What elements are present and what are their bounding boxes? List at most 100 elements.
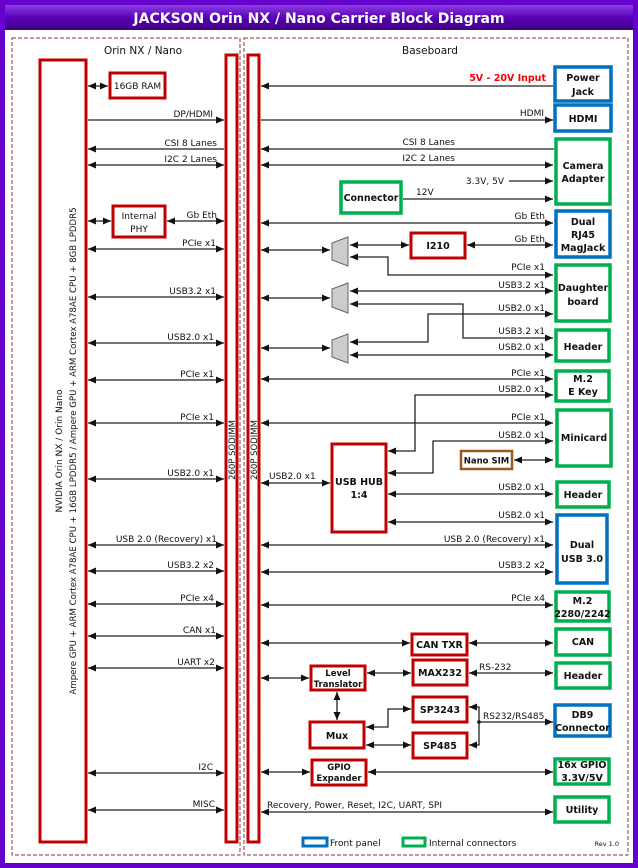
baseboard-heading: Baseboard (402, 45, 458, 57)
signal-label: CSI 8 Lanes (164, 139, 217, 149)
daughter-label: board (567, 297, 598, 308)
signal-label: I2C 2 Lanes (164, 155, 217, 165)
signal-label: RS-232 (479, 663, 511, 673)
i210-label: I210 (426, 241, 450, 252)
signal-label: USB2.0 x1 (269, 472, 316, 482)
signal-label: MISC (193, 800, 215, 810)
signal-label: USB 2.0 (Recovery) x1 (116, 535, 217, 545)
legend-swatch-front (301, 836, 329, 848)
dual-usb-label: USB 3.0 (561, 554, 603, 565)
rj45-label: Dual (571, 217, 595, 228)
legend-label: Internal connectors (429, 839, 517, 849)
m2e-label: E Key (568, 387, 598, 398)
signal-label: USB2.0 x1 (498, 385, 545, 395)
signal-label: I2C 2 Lanes (402, 154, 455, 164)
signal-label: USB2.0 x1 (498, 431, 545, 441)
mux-label: Mux (326, 731, 348, 742)
cpu-spec: Ampere GPU + ARM Cortex A78AE CPU + 16GB… (69, 207, 79, 694)
can-txr-label: CAN TXR (416, 640, 463, 651)
level-translator-label: Translator (314, 680, 363, 690)
connector-label: Connector (344, 193, 399, 204)
signal-label: USB2.0 x1 (498, 483, 545, 493)
legend-swatch-internal (401, 836, 427, 848)
nano-sim-label: Nano SIM (464, 457, 509, 467)
header-label: Header (564, 671, 603, 682)
utility-label: Utility (566, 805, 600, 816)
signal-label: 3.3V, 5V (466, 177, 505, 187)
revision-label: Rev 1.0 (595, 840, 619, 848)
daughter-label: Daughter (558, 283, 609, 294)
sp3243-label: SP3243 (420, 705, 460, 716)
signal-label: Gb Eth (187, 211, 217, 221)
legend-label: Front panel (330, 839, 381, 849)
cpu-name: NVIDIA Orin NX / Orin Nano (55, 389, 65, 512)
m2e-label: M.2 (573, 374, 593, 385)
phy-label-1: Internal (122, 212, 157, 222)
signal-label: Gb Eth (515, 212, 545, 222)
diagram-title: JACKSON Orin NX / Nano Carrier Block Dia… (132, 11, 504, 27)
signal-label: USB2.0 x1 (167, 333, 214, 343)
gpio-label: 16x GPIO (557, 760, 606, 771)
module-heading: Orin NX / Nano (104, 45, 182, 57)
gpio-expander-label: Expander (316, 774, 362, 784)
signal-label: PCIe x1 (511, 263, 545, 273)
signal-label: USB3.2 x2 (498, 561, 545, 571)
signal-label: CSI 8 Lanes (402, 138, 455, 148)
signal-label: USB3.2 x1 (498, 327, 545, 337)
power-jack-label: Power (566, 73, 600, 84)
m2m-label: 2280/2242 (554, 609, 610, 620)
signal-label: PCIe x4 (511, 594, 545, 604)
signal-label: PCIe x1 (511, 369, 545, 379)
signal-label: I2C (198, 763, 213, 773)
rj45-label: MagJack (561, 243, 606, 254)
signal-label: DP/HDMI (173, 110, 213, 120)
signal-label: USB3.2 x1 (498, 281, 545, 291)
rj45-label: RJ45 (571, 230, 595, 241)
signal-label: USB 2.0 (Recovery) x1 (444, 535, 545, 545)
sodimm-label-baseboard: 260P SODIMM (250, 420, 260, 480)
signal-label: RS232/RS485 (483, 712, 544, 722)
level-translator-label: Level (325, 669, 350, 679)
block-diagram: JACKSON Orin NX / Nano Carrier Block Dia… (0, 0, 638, 868)
signal-label: UART x2 (177, 658, 215, 668)
signal-label: USB2.0 x1 (498, 511, 545, 521)
signal-label: HDMI (520, 109, 544, 119)
header-label: Header (564, 490, 603, 501)
signal-label: Recovery, Power, Reset, I2C, UART, SPI (267, 801, 442, 811)
db9-label: DB9 (572, 710, 594, 721)
signal-label: PCIe x1 (511, 413, 545, 423)
usb-hub-chip (330, 442, 388, 534)
ram-label: 16GB RAM (114, 82, 161, 92)
signal-label: USB2.0 x1 (167, 469, 214, 479)
minicard-label: Minicard (561, 433, 607, 444)
signal-label: 12V (416, 188, 434, 198)
power-label: 5V - 20V Input (469, 73, 546, 84)
usb-hub-label: USB HUB (335, 477, 383, 488)
signal-label: USB3.2 x2 (167, 561, 214, 571)
camera-label: Camera (563, 161, 604, 172)
power-jack-label: Jack (571, 87, 595, 98)
phy-label-2: PHY (130, 225, 148, 235)
signal-label: USB3.2 x1 (169, 287, 216, 297)
usb-hub-label: 1:4 (350, 490, 367, 501)
header-label: Header (564, 342, 603, 353)
signal-label: CAN x1 (183, 626, 216, 636)
signal-label: Gb Eth (515, 235, 545, 245)
can-label: CAN (572, 637, 594, 648)
camera-label: Adapter (561, 174, 604, 185)
signal-label: PCIe x1 (180, 370, 214, 380)
signal-label: PCIe x1 (180, 413, 214, 423)
db9-label: Connector (555, 723, 610, 734)
max232-label: MAX232 (418, 668, 462, 679)
hdmi-label: HDMI (569, 114, 598, 125)
gpio-label: 3.3V/5V (561, 773, 603, 784)
sodimm-label-module: 260P SODIMM (228, 420, 238, 480)
signal-label: PCIe x1 (182, 239, 216, 249)
gpio-expander-label: GPIO (327, 763, 351, 773)
sp485-label: SP485 (423, 741, 457, 752)
dual-usb-label: Dual (570, 540, 594, 551)
signal-label: USB2.0 x1 (498, 343, 545, 353)
signal-label: PCIe x4 (180, 594, 214, 604)
m2m-label: M.2 (573, 596, 593, 607)
signal-label: USB2.0 x1 (498, 304, 545, 314)
